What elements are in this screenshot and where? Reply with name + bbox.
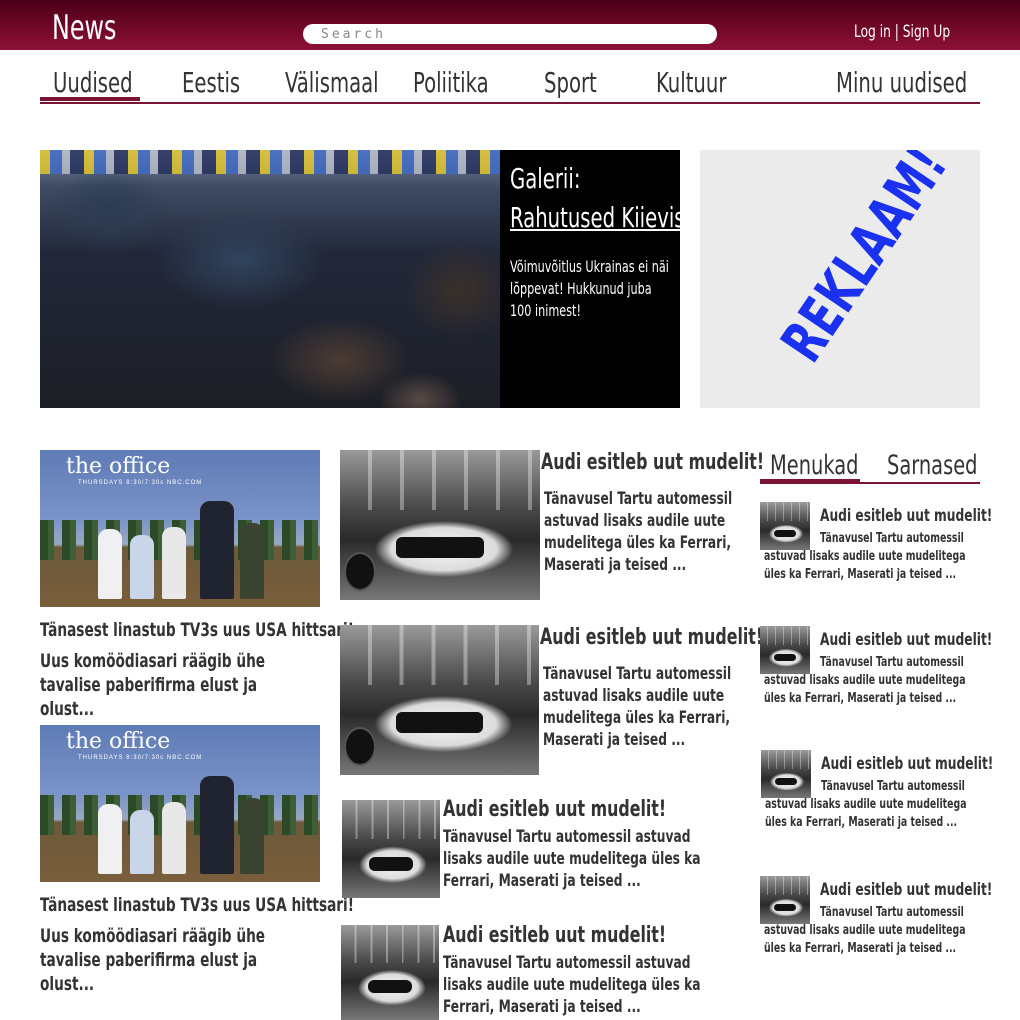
article-description: Tänavusel Tartu automessil astuvad lisak… [443,827,701,891]
nav-item-poliitika[interactable]: Poliitika [413,66,489,99]
office-image-person [162,802,186,874]
hero-description: Võimuvõitlus Ukrainas ei näi lõppevat! H… [510,257,669,320]
tab-menukad[interactable]: Menukad [770,450,859,481]
signup-link[interactable]: Sign Up [903,22,950,42]
top-header: News Log in | Sign Up [0,0,1020,50]
office-card-image[interactable]: the office THURSDAYS 8:30/7:30c NBC.COM [40,450,320,607]
hero-image-flags [40,150,500,174]
nav-item-sport[interactable]: Sport [544,66,597,99]
office-image-person [240,798,264,874]
article-title[interactable]: Audi esitleb uut mudelit! [541,450,764,475]
site-logo[interactable]: News [52,8,116,48]
article-description: Tänavusel Tartu automessil astuvad lisak… [443,953,701,1017]
sidebar-article-title[interactable]: Audi esitleb uut mudelit! [820,630,992,650]
car-wheel [344,552,376,591]
article-image[interactable] [342,800,440,898]
office-card: the office THURSDAYS 8:30/7:30c NBC.COM … [40,725,354,996]
office-image-logo: the office [66,729,171,754]
hero-gallery[interactable]: Galerii: Rahutused Kiievis! Võimuvõitlus… [40,150,692,408]
article-description: Tänavusel Tartu automessil astuvad lisak… [544,489,733,575]
article-title[interactable]: Audi esitleb uut mudelit! [443,923,666,948]
sidebar-article-description: Tänavusel Tartu automessil astuvad lisak… [764,905,966,956]
office-image-person [98,529,122,599]
ad-label: REKLAAM! [767,150,961,374]
login-link[interactable]: Log in [854,22,891,42]
office-card-title[interactable]: Tänasest linastub TV3s uus USA hittsari! [40,619,354,641]
article-title[interactable]: Audi esitleb uut mudelit! [443,797,666,822]
office-image-person [200,776,234,874]
sidebar-tabs: Menukad Sarnased [760,448,980,484]
article-description: Tänavusel Tartu automessil astuvad lisak… [543,664,732,750]
office-image-person [98,804,122,874]
sidebar-article-title[interactable]: Audi esitleb uut mudelit! [821,754,993,774]
tab-sarnased[interactable]: Sarnased [887,450,978,481]
office-card: the office THURSDAYS 8:30/7:30c NBC.COM … [40,450,354,721]
nav-active-indicator [40,97,140,101]
article-image[interactable] [340,450,540,600]
sidebar-article-title[interactable]: Audi esitleb uut mudelit! [820,506,992,526]
ad-banner[interactable]: REKLAAM! [700,150,980,408]
article-image[interactable] [341,925,439,1020]
office-image-person [240,523,264,599]
nav-item-valismaal[interactable]: Välismaal [285,66,379,99]
sidebar-tab-indicator [760,479,860,483]
office-card-description: Uus komöödiasari räägib ühe tavalise pab… [40,925,266,995]
office-image-person [130,810,154,874]
office-image-logo: the office [66,454,171,479]
article-title[interactable]: Audi esitleb uut mudelit! [540,625,763,650]
car-wheel [343,727,376,766]
auth-links: Log in | Sign Up [854,22,950,42]
main-nav: Uudised Eestis Välismaal Poliitika Sport… [40,62,980,104]
hero-image[interactable] [40,150,500,408]
nav-item-eestis[interactable]: Eestis [182,66,240,99]
hero-kicker: Galerii: [510,162,581,195]
nav-item-kultuur[interactable]: Kultuur [656,66,726,99]
office-image-person [162,527,186,599]
hero-title-link[interactable]: Rahutused Kiievis! [510,201,692,234]
office-card-description: Uus komöödiasari räägib ühe tavalise pab… [40,650,266,720]
hero-text: Galerii: Rahutused Kiievis! Võimuvõitlus… [510,162,692,322]
sidebar-article-description: Tänavusel Tartu automessil astuvad lisak… [764,655,966,706]
sidebar-article-title[interactable]: Audi esitleb uut mudelit! [820,880,992,900]
auth-separator: | [894,22,899,42]
office-image-person [130,535,154,599]
office-card-title[interactable]: Tänasest linastub TV3s uus USA hittsari! [40,894,354,916]
sidebar-article-description: Tänavusel Tartu automessil astuvad lisak… [764,531,966,582]
office-card-image[interactable]: the office THURSDAYS 8:30/7:30c NBC.COM [40,725,320,882]
nav-item-minu-uudised[interactable]: Minu uudised [836,66,967,99]
office-image-person [200,501,234,599]
office-image-subtitle: THURSDAYS 8:30/7:30c NBC.COM [78,480,203,486]
search-input[interactable] [303,24,717,44]
article-image[interactable] [340,625,539,775]
nav-item-uudised[interactable]: Uudised [53,66,133,99]
office-image-subtitle: THURSDAYS 8:30/7:30c NBC.COM [78,755,203,761]
sidebar-article-description: Tänavusel Tartu automessil astuvad lisak… [765,779,967,830]
